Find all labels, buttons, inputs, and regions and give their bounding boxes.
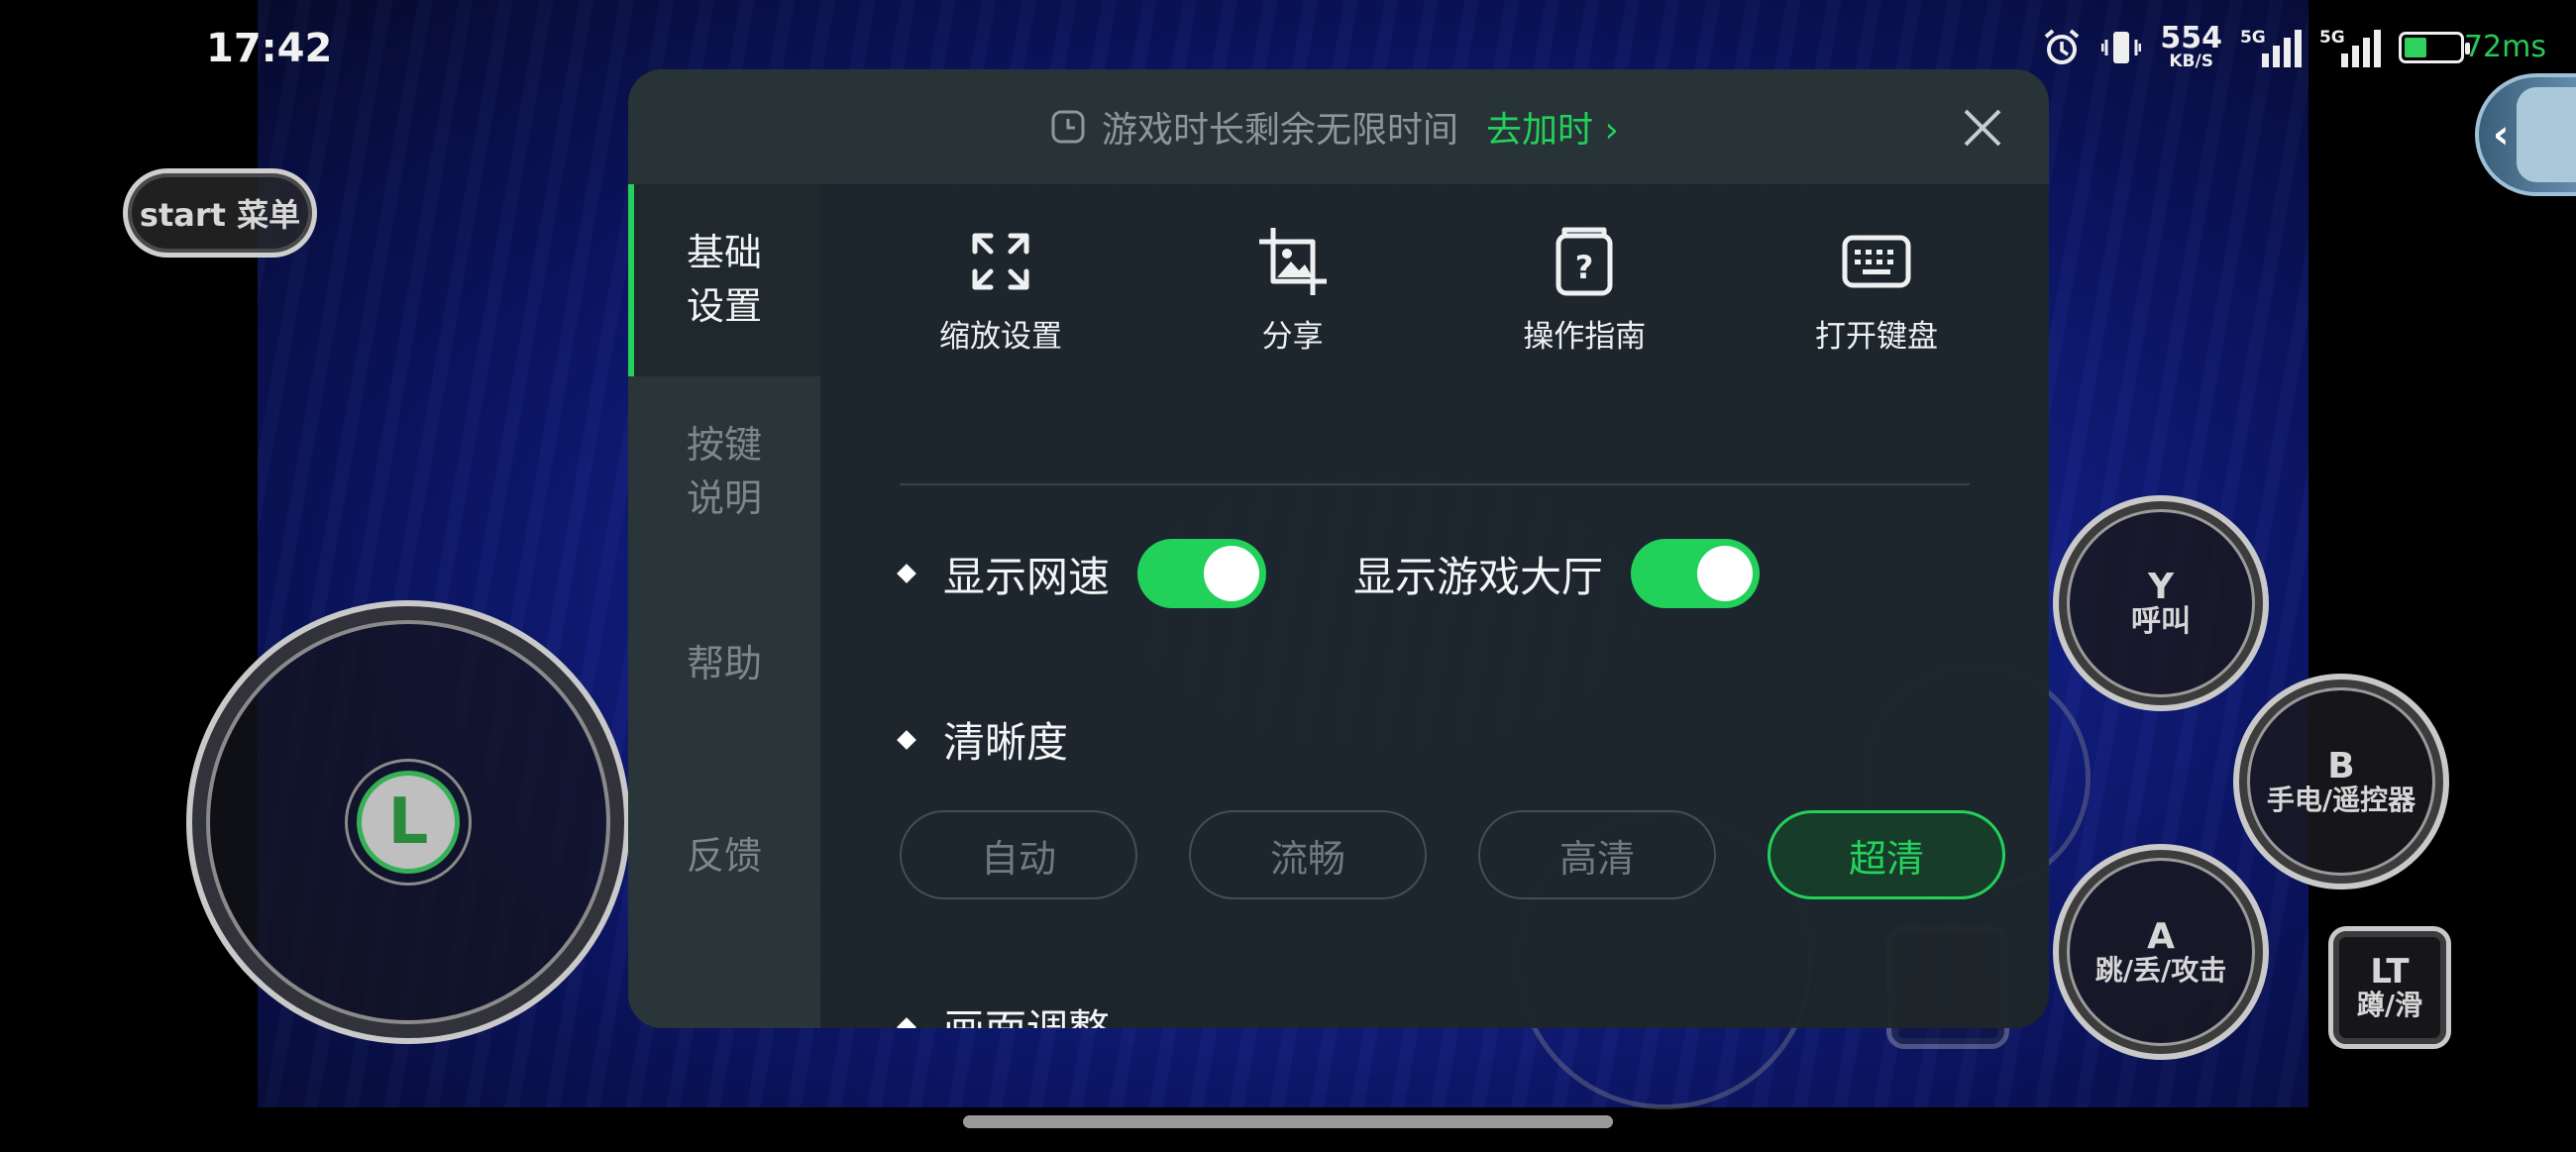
sidebar-item-key-guide[interactable]: 按键 说明 [628, 376, 820, 569]
sim1-network-type: 5G [2239, 27, 2266, 48]
lt-button[interactable]: LT 蹲/滑 [2328, 926, 2451, 1049]
bullet [897, 1016, 916, 1028]
a-button[interactable]: A 跳/丢/攻击 [2053, 844, 2269, 1060]
settings-sidebar: 基础 设置 按键 说明 帮助 反馈 [628, 184, 820, 1028]
ping-value: 72ms [2463, 30, 2546, 64]
show-game-lobby-toggle[interactable] [1631, 539, 1761, 608]
playtime-text: 游戏时长剩余无限时间 [1102, 110, 1459, 151]
show-net-speed-toggle[interactable] [1137, 539, 1267, 608]
home-indicator[interactable] [963, 1115, 1613, 1128]
chevron-left-icon: ‹ [2493, 112, 2510, 157]
start-menu-label: start 菜单 [139, 196, 301, 234]
guide-book-icon: ? [1556, 227, 1613, 296]
sidebar-item-feedback[interactable]: 反馈 [628, 761, 820, 953]
zoom-settings-label: 缩放设置 [939, 319, 1062, 355]
share-button[interactable]: 分享 [1196, 184, 1390, 382]
sidebar-item-basic-settings[interactable]: 基础 设置 [628, 184, 820, 376]
a-button-key: A [2147, 916, 2175, 958]
vibrate-icon [2100, 27, 2142, 68]
joystick-knob[interactable]: L [345, 759, 472, 886]
y-button-key: Y [2147, 567, 2175, 608]
clarity-options: 自动 流畅 高清 超清 [900, 810, 2005, 899]
svg-text:?: ? [1575, 249, 1594, 286]
clarity-section: 清晰度 [897, 709, 1069, 770]
status-time: 17:42 [206, 26, 333, 71]
show-net-speed-label: 显示网速 [943, 552, 1111, 601]
settings-panel: 游戏时长剩余无限时间 去加时 › 基础 设置 按键 说明 帮助 反馈 缩放设置 [628, 69, 2049, 1028]
picture-adjust-section: 画面调整 [897, 996, 1110, 1028]
clarity-option-hd[interactable]: 高清 [1478, 810, 1716, 899]
add-time-link[interactable]: 去加时 › [1486, 101, 1619, 153]
operation-guide-label: 操作指南 [1523, 319, 1647, 355]
network-speed-unit: KB/S [2169, 52, 2213, 71]
sidebar-item-help[interactable]: 帮助 [628, 569, 820, 761]
show-net-speed-row: 显示网速 [897, 539, 1267, 608]
a-button-action: 跳/丢/攻击 [2094, 954, 2227, 988]
avatar [2517, 87, 2576, 182]
playtime-notice: 游戏时长剩余无限时间 去加时 › [1050, 101, 1619, 153]
alarm-icon [2041, 27, 2083, 68]
y-button[interactable]: Y 呼叫 [2053, 495, 2269, 711]
clarity-option-ultra-hd[interactable]: 超清 [1768, 810, 2005, 899]
battery-icon [2398, 31, 2470, 63]
floating-ball[interactable]: ‹ [2475, 73, 2576, 196]
status-bar-right: 554 KB/S 5G 5G 72ms [2041, 24, 2546, 70]
y-button-action: 呼叫 [2131, 604, 2191, 640]
zoom-settings-button[interactable]: 缩放设置 [904, 184, 1098, 382]
b-button-action: 手电/遥控器 [2266, 784, 2416, 817]
operation-guide-button[interactable]: ? 操作指南 [1487, 184, 1681, 382]
close-icon[interactable] [1962, 107, 2003, 149]
picture-adjust-title: 画面调整 [943, 996, 1110, 1028]
start-menu-button[interactable]: start 菜单 [123, 168, 317, 258]
left-joystick[interactable]: L [186, 600, 630, 1044]
crop-image-icon [1258, 228, 1327, 295]
network-speed: 554 KB/S [2160, 24, 2222, 70]
show-game-lobby-label: 显示游戏大厅 [1353, 552, 1604, 601]
bullet [897, 564, 916, 583]
lt-button-key: LT [2370, 952, 2410, 993]
show-game-lobby-row: 显示游戏大厅 [1353, 539, 1761, 608]
b-button[interactable]: B 手电/遥控器 [2233, 674, 2449, 890]
network-speed-value: 554 [2160, 21, 2222, 55]
signal-sim2-icon: 5G [2319, 28, 2381, 67]
lt-button-action: 蹲/滑 [2356, 989, 2423, 1022]
clarity-title: 清晰度 [943, 718, 1069, 767]
open-keyboard-button[interactable]: 打开键盘 [1779, 184, 1974, 382]
clock-icon [1051, 110, 1085, 144]
sim2-network-type: 5G [2318, 27, 2345, 48]
b-button-key: B [2327, 746, 2355, 787]
panel-header: 游戏时长剩余无限时间 去加时 › [628, 69, 2049, 184]
navigation-bar [0, 1107, 2576, 1152]
bullet [897, 729, 916, 750]
joystick-label: L [357, 771, 460, 874]
share-label: 分享 [1261, 319, 1324, 355]
divider [900, 483, 1970, 485]
settings-content: 缩放设置 分享 ? 操作指南 打开键盘 显示网速 显示游戏大厅 清晰度 自动 流… [820, 184, 2049, 1028]
signal-sim1-icon: 5G [2240, 28, 2302, 67]
clarity-option-auto[interactable]: 自动 [900, 810, 1137, 899]
keyboard-icon [1842, 235, 1911, 288]
clarity-option-smooth[interactable]: 流畅 [1189, 810, 1427, 899]
quick-actions: 缩放设置 分享 ? 操作指南 打开键盘 [904, 184, 1974, 382]
open-keyboard-label: 打开键盘 [1814, 319, 1938, 355]
expand-icon [972, 233, 1029, 290]
